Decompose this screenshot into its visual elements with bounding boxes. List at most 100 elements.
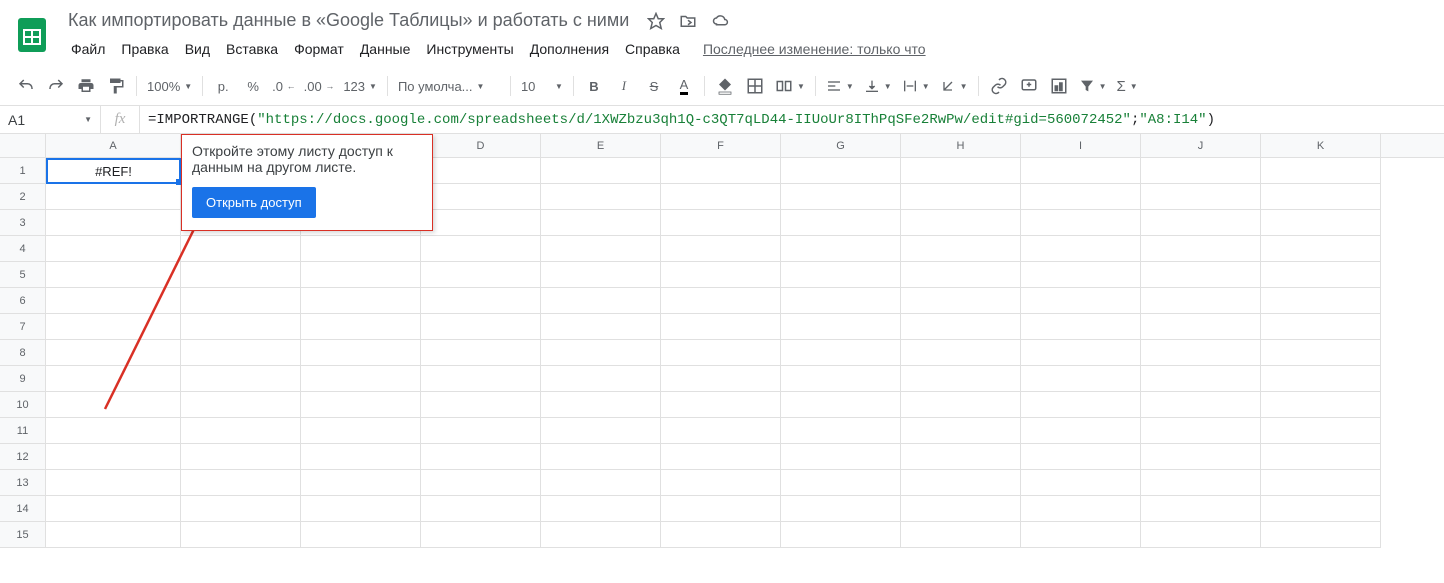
cell[interactable] [1021, 314, 1141, 340]
cell[interactable] [1021, 158, 1141, 184]
filter-button[interactable]: ▼ [1075, 73, 1111, 99]
cell[interactable] [46, 288, 181, 314]
cell[interactable] [421, 210, 541, 236]
cell[interactable] [901, 184, 1021, 210]
formula-bar[interactable]: =IMPORTRANGE("https://docs.google.com/sp… [140, 112, 1444, 128]
column-header[interactable]: H [901, 134, 1021, 157]
cell[interactable] [901, 236, 1021, 262]
cell[interactable] [301, 366, 421, 392]
cell[interactable] [1141, 340, 1261, 366]
cell[interactable] [421, 418, 541, 444]
number-format-dropdown[interactable]: 123▼ [339, 73, 381, 99]
cell[interactable] [781, 184, 901, 210]
cell[interactable] [1021, 210, 1141, 236]
menu-help[interactable]: Справка [618, 37, 687, 61]
increase-decimal-button[interactable]: .00 → [301, 73, 338, 99]
cell[interactable] [46, 496, 181, 522]
menu-edit[interactable]: Правка [114, 37, 175, 61]
functions-button[interactable]: Σ▼ [1112, 73, 1141, 99]
cell[interactable] [1021, 444, 1141, 470]
cell[interactable] [781, 340, 901, 366]
cell[interactable] [301, 262, 421, 288]
cell[interactable] [181, 444, 301, 470]
cell[interactable] [901, 288, 1021, 314]
cell[interactable] [781, 496, 901, 522]
cell[interactable] [1261, 392, 1381, 418]
cell[interactable] [46, 262, 181, 288]
cell[interactable] [421, 470, 541, 496]
cell[interactable] [901, 262, 1021, 288]
cell[interactable] [1261, 418, 1381, 444]
italic-button[interactable]: I [610, 73, 638, 99]
menu-tools[interactable]: Инструменты [419, 37, 520, 61]
cell[interactable] [301, 288, 421, 314]
column-header[interactable]: E [541, 134, 661, 157]
cell[interactable] [661, 340, 781, 366]
cell[interactable] [1141, 366, 1261, 392]
cell[interactable] [781, 262, 901, 288]
allow-access-button[interactable]: Открыть доступ [192, 187, 316, 218]
column-header[interactable]: K [1261, 134, 1381, 157]
cell[interactable] [181, 392, 301, 418]
cell[interactable] [901, 418, 1021, 444]
cell[interactable] [1141, 262, 1261, 288]
cell[interactable] [1021, 288, 1141, 314]
insert-comment-icon[interactable] [1015, 73, 1043, 99]
cell[interactable] [1141, 158, 1261, 184]
strikethrough-button[interactable]: S [640, 73, 668, 99]
cell[interactable] [301, 392, 421, 418]
insert-chart-icon[interactable] [1045, 73, 1073, 99]
cell[interactable] [1021, 340, 1141, 366]
row-header[interactable]: 1 [0, 158, 46, 184]
cloud-status-icon[interactable] [711, 12, 731, 30]
row-header[interactable]: 4 [0, 236, 46, 262]
cell[interactable] [541, 262, 661, 288]
column-header[interactable]: I [1021, 134, 1141, 157]
cell[interactable] [661, 496, 781, 522]
cell[interactable] [46, 184, 181, 210]
merge-cells-button[interactable]: ▼ [771, 73, 809, 99]
row-header[interactable]: 7 [0, 314, 46, 340]
cell[interactable] [1261, 340, 1381, 366]
cell[interactable] [181, 522, 301, 548]
cell[interactable] [1261, 288, 1381, 314]
column-header[interactable]: A [46, 134, 181, 157]
row-header[interactable]: 3 [0, 210, 46, 236]
cell[interactable] [301, 470, 421, 496]
cell[interactable] [1141, 392, 1261, 418]
cell[interactable] [181, 288, 301, 314]
document-title[interactable]: Как импортировать данные в «Google Табли… [64, 8, 633, 33]
cell[interactable] [901, 496, 1021, 522]
row-header[interactable]: 8 [0, 340, 46, 366]
menu-view[interactable]: Вид [178, 37, 217, 61]
cell[interactable] [661, 158, 781, 184]
cell[interactable] [781, 288, 901, 314]
cell[interactable] [46, 444, 181, 470]
cell[interactable] [781, 522, 901, 548]
cell[interactable] [1141, 496, 1261, 522]
cell[interactable] [421, 236, 541, 262]
cell[interactable] [541, 184, 661, 210]
fill-color-button[interactable] [711, 73, 739, 99]
cell[interactable] [46, 418, 181, 444]
cell[interactable] [541, 340, 661, 366]
cell[interactable] [781, 444, 901, 470]
cell[interactable] [901, 340, 1021, 366]
cell[interactable] [781, 392, 901, 418]
cell[interactable] [661, 392, 781, 418]
cell[interactable] [901, 392, 1021, 418]
cell[interactable] [541, 366, 661, 392]
cell[interactable] [661, 314, 781, 340]
cell[interactable] [661, 444, 781, 470]
row-header[interactable]: 14 [0, 496, 46, 522]
cell[interactable] [901, 470, 1021, 496]
cell[interactable] [1021, 470, 1141, 496]
cell[interactable] [421, 262, 541, 288]
menu-format[interactable]: Формат [287, 37, 351, 61]
cell[interactable] [181, 340, 301, 366]
column-header[interactable]: G [781, 134, 901, 157]
sheets-logo-icon[interactable] [12, 14, 52, 54]
cell[interactable] [781, 470, 901, 496]
cell[interactable] [181, 314, 301, 340]
cell[interactable] [301, 340, 421, 366]
